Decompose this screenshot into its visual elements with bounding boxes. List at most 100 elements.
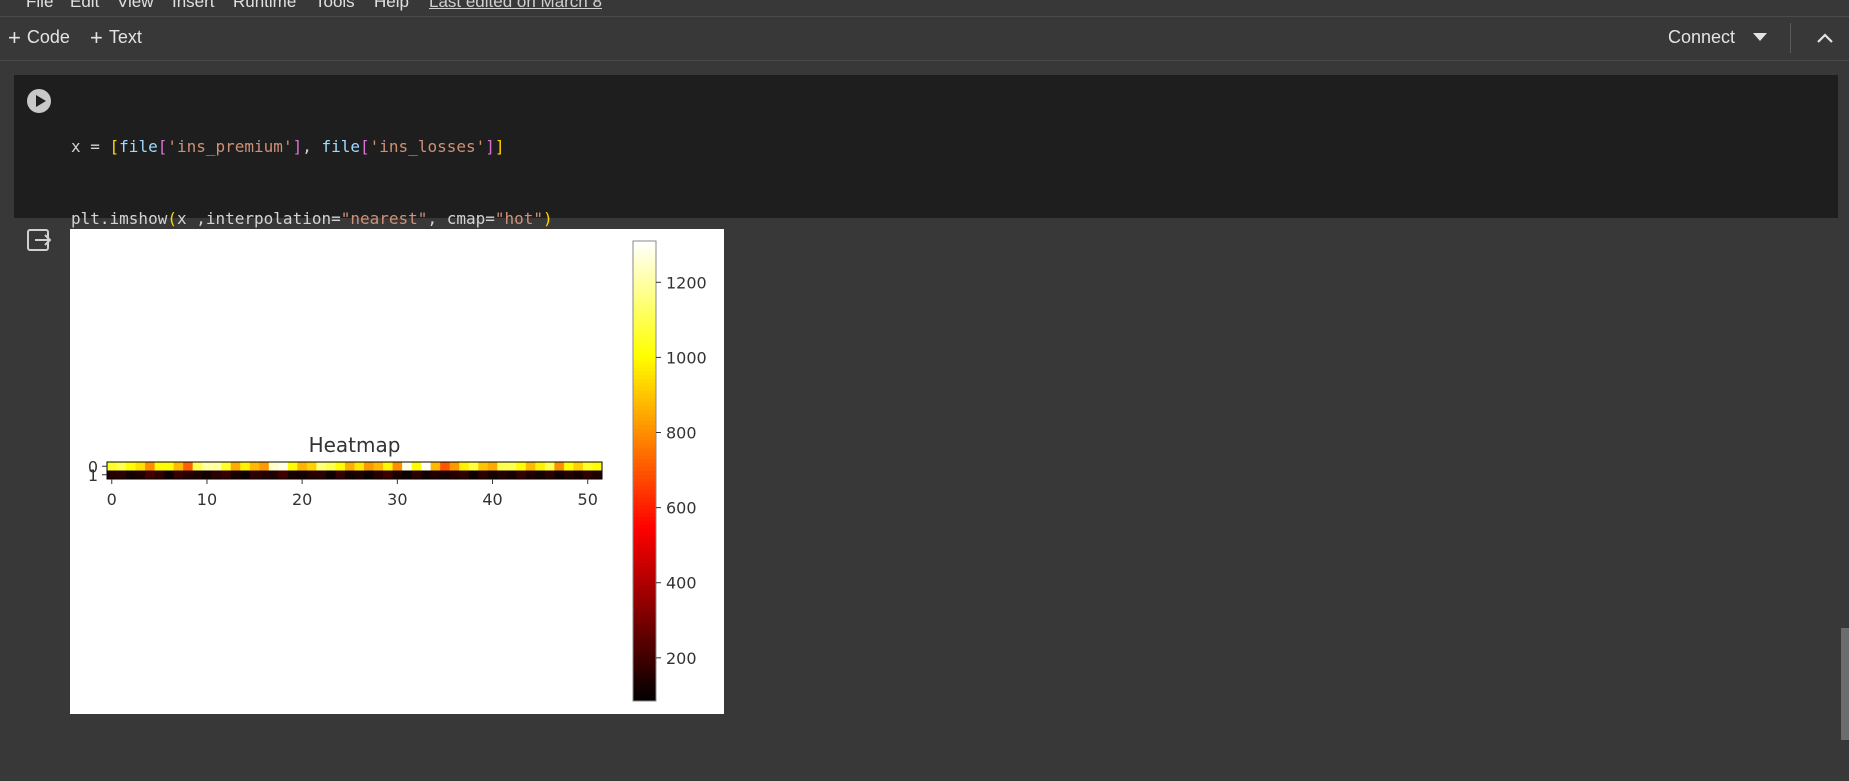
colorbar-segment — [633, 302, 656, 307]
code-bracket: ( — [167, 209, 177, 228]
heatmap-cell — [183, 462, 194, 471]
colorbar-segment — [633, 344, 656, 349]
colorbar-segment — [633, 635, 656, 641]
code-bracket: [ — [109, 137, 120, 156]
colorbar-segment — [633, 612, 656, 618]
x-tick-label: 0 — [107, 490, 117, 509]
heatmap-cell — [478, 470, 489, 479]
heatmap-cell — [392, 470, 403, 479]
heatmap-cell — [297, 470, 308, 479]
connect-button[interactable]: Connect — [1668, 27, 1735, 48]
heatmap-chart: Heatmap0 10 20 30 40 500120040060080010001200 — [88, 240, 707, 702]
colorbar-segment — [633, 655, 656, 660]
colorbar-segment — [633, 551, 656, 556]
colorbar-segment — [633, 417, 656, 422]
colorbar-segment — [633, 329, 656, 334]
code-var: file — [119, 137, 158, 156]
menu-file[interactable]: File — [26, 0, 53, 12]
colorbar-segment — [633, 444, 656, 449]
colorbar-segment — [633, 379, 656, 384]
colorbar-segment — [633, 463, 656, 468]
heatmap-cell — [449, 470, 460, 479]
heatmap-cell — [268, 462, 279, 471]
code-cell[interactable]: x = [file['ins_premium'], file['ins_loss… — [14, 75, 1838, 444]
collapse-toolbar-icon[interactable] — [1814, 29, 1836, 47]
colorbar-segment — [633, 482, 656, 487]
colorbar-segment — [633, 624, 656, 629]
colorbar-segment — [633, 340, 656, 345]
colorbar-segment — [633, 586, 656, 591]
heatmap-cell — [478, 462, 489, 471]
menu-runtime[interactable]: Runtime — [233, 0, 296, 12]
heatmap-cell — [135, 470, 146, 479]
menu-edit[interactable]: Edit — [70, 0, 99, 12]
heatmap-cell — [306, 470, 317, 479]
output-icon[interactable] — [26, 228, 52, 252]
heatmap-cell — [525, 462, 536, 471]
code-bracket: [ — [157, 137, 168, 156]
colorbar-segment — [633, 678, 656, 683]
plus-icon: + — [8, 24, 21, 50]
colorbar-segment — [633, 658, 656, 664]
colorbar-segment — [633, 693, 656, 698]
colorbar-segment — [633, 474, 656, 480]
heatmap-cell — [249, 462, 260, 471]
colorbar-segment — [633, 402, 656, 407]
heatmap-cell — [421, 470, 432, 479]
colorbar-segment — [633, 413, 656, 418]
heatmap-cell — [592, 462, 603, 471]
heatmap-cell — [364, 462, 374, 471]
heatmap-cell — [535, 470, 546, 479]
colorbar-segment — [633, 543, 656, 549]
heatmap-cell — [107, 470, 117, 479]
chart-title: Heatmap — [309, 433, 401, 457]
colorbar-segment — [633, 582, 656, 587]
heatmap-cell — [164, 470, 175, 479]
heatmap-cell — [145, 470, 155, 479]
menu-bar: File Edit View Insert Runtime Tools Help… — [0, 0, 1849, 17]
heatmap-cell — [525, 470, 536, 479]
run-cell-icon[interactable] — [27, 89, 51, 113]
heatmap-cell — [173, 470, 184, 479]
add-code-button[interactable]: + Code — [8, 24, 70, 50]
colorbar-segment — [633, 394, 656, 399]
x-tick-label: 50 — [578, 490, 598, 509]
heatmap-cell — [430, 470, 441, 479]
last-edited-link[interactable]: Last edited on March 8 — [429, 0, 602, 12]
colorbar-segment — [633, 371, 656, 376]
heatmap-cell — [487, 470, 498, 479]
code-bracket: [ — [360, 137, 370, 156]
colorbar-segment — [633, 386, 656, 391]
colorbar-segment — [633, 666, 656, 671]
colorbar-segment — [633, 333, 656, 338]
colorbar-segment — [633, 317, 656, 322]
colorbar-segment — [633, 628, 656, 633]
menu-tools[interactable]: Tools — [315, 0, 355, 12]
colorbar-segment — [633, 632, 656, 637]
heatmap-cell — [221, 470, 232, 479]
connect-dropdown-icon[interactable] — [1753, 33, 1767, 41]
menu-view[interactable]: View — [117, 0, 154, 12]
add-text-button[interactable]: + Text — [90, 24, 142, 50]
colorbar-segment — [633, 593, 656, 598]
heatmap-cell — [154, 462, 165, 471]
heatmap-cell — [344, 470, 355, 479]
code-text: , — [302, 137, 322, 156]
heatmap-cell — [230, 462, 241, 471]
heatmap-cell — [164, 462, 175, 471]
heatmap-cell — [544, 470, 555, 479]
menu-help[interactable]: Help — [374, 0, 409, 12]
plus-icon: + — [90, 24, 103, 50]
heatmap-cell — [192, 470, 203, 479]
code-string: "nearest" — [340, 209, 428, 228]
colorbar-segment — [633, 670, 656, 675]
code-text: , cmap= — [427, 209, 495, 228]
heatmap-cell — [497, 462, 508, 471]
colorbar-segment — [633, 681, 656, 687]
colorbar-segment — [633, 275, 656, 280]
colorbar-segment — [633, 620, 656, 625]
x-tick-label: 40 — [482, 490, 502, 509]
vertical-scrollbar[interactable] — [1841, 628, 1849, 740]
menu-insert[interactable]: Insert — [172, 0, 215, 12]
colorbar-segment — [633, 566, 656, 572]
